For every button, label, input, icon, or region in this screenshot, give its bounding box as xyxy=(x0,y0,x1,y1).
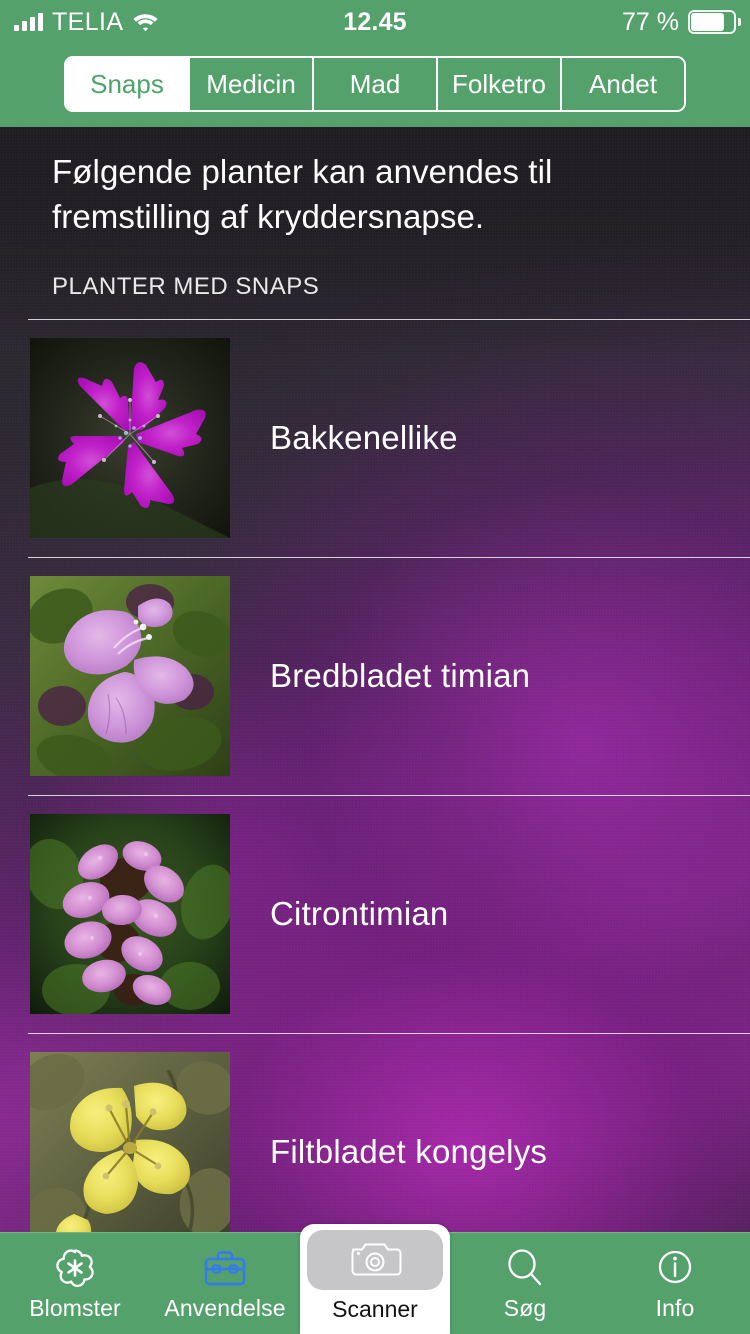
segment-mad[interactable]: Mad xyxy=(314,58,438,110)
top-bar: TELIA 12.45 77 % Snaps Medicin Mad Folke… xyxy=(0,0,750,127)
intro-text: Følgende planter kan anvendes til fremst… xyxy=(52,153,553,235)
segment-andet[interactable]: Andet xyxy=(562,58,684,110)
plant-thumbnail xyxy=(30,576,230,776)
battery-percent: 77 % xyxy=(622,7,679,36)
content-scroll-area[interactable]: Følgende planter kan anvendes til fremst… xyxy=(0,127,750,1232)
segment-folketro[interactable]: Folketro xyxy=(438,58,562,110)
app-screen: TELIA 12.45 77 % Snaps Medicin Mad Folke… xyxy=(0,0,750,1334)
plant-name: Citrontimian xyxy=(270,895,449,932)
tab-label: Anvendelse xyxy=(164,1294,286,1321)
list-item[interactable]: Citrontimian xyxy=(0,795,750,1033)
list-item[interactable]: Filtbladet kongelys xyxy=(0,1033,750,1232)
status-bar-right: 77 % xyxy=(622,0,741,44)
list-item[interactable]: Bredbladet timian xyxy=(0,557,750,795)
tab-anvendelse[interactable]: Anvendelse xyxy=(150,1232,300,1334)
row-divider xyxy=(28,557,750,558)
tab-sog[interactable]: Søg xyxy=(450,1232,600,1334)
plant-list: Bakkenellike Bredbladet timian Citrontim… xyxy=(0,319,750,1232)
category-segmented-control[interactable]: Snaps Medicin Mad Folketro Andet xyxy=(64,56,686,112)
camera-icon xyxy=(348,1236,402,1285)
plant-thumbnail xyxy=(30,1052,230,1232)
info-icon xyxy=(653,1245,697,1291)
section-header: PLANTER MED SNAPS xyxy=(52,273,320,300)
plant-thumbnail xyxy=(30,814,230,1014)
flower-icon xyxy=(53,1245,97,1291)
list-item[interactable]: Bakkenellike xyxy=(0,319,750,557)
tab-label: Scanner xyxy=(332,1296,418,1322)
search-icon xyxy=(503,1245,547,1291)
tab-label: Blomster xyxy=(29,1294,121,1321)
scanner-icon-pill xyxy=(307,1230,443,1290)
intro-block: Følgende planter kan anvendes til fremst… xyxy=(0,127,750,301)
segment-snaps[interactable]: Snaps xyxy=(66,58,190,110)
plant-name: Bakkenellike xyxy=(270,419,458,456)
plant-name: Filtbladet kongelys xyxy=(270,1133,548,1170)
status-bar: TELIA 12.45 77 % xyxy=(0,0,750,44)
plant-thumbnail xyxy=(30,338,230,538)
plant-name: Bredbladet timian xyxy=(270,657,531,694)
briefcase-icon xyxy=(202,1245,248,1291)
tab-label: Søg xyxy=(503,1294,547,1321)
tab-label: Info xyxy=(655,1294,695,1321)
row-divider xyxy=(28,1033,750,1034)
tab-info[interactable]: Info xyxy=(600,1232,750,1334)
row-divider xyxy=(28,319,750,320)
segment-medicin[interactable]: Medicin xyxy=(190,58,314,110)
row-divider xyxy=(28,795,750,796)
tab-blomster[interactable]: Blomster xyxy=(0,1232,150,1334)
battery-icon xyxy=(688,10,741,34)
tab-scanner[interactable]: Scanner xyxy=(300,1224,450,1334)
